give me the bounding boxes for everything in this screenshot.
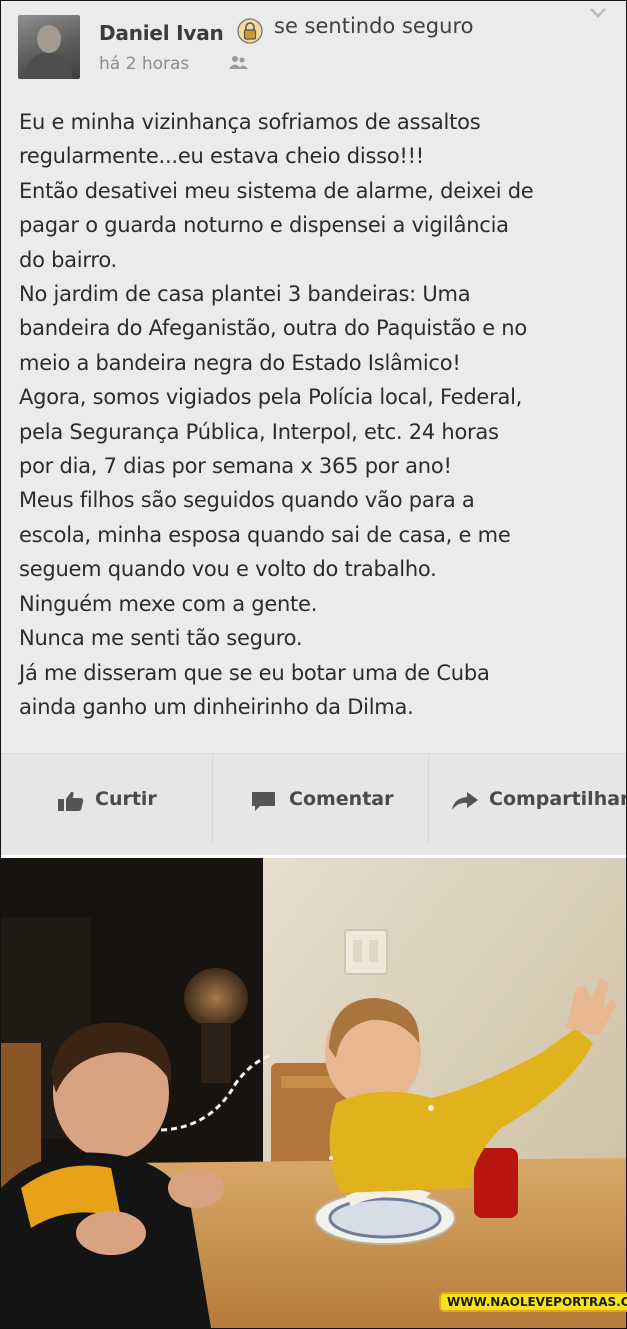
friends-icon — [229, 56, 248, 69]
watermark-logo: WWW.NAOLEVEPORTRAS.COM — [441, 1294, 627, 1310]
post-line: Nunca me senti tão seguro. — [19, 626, 303, 651]
share-label: Compartilhar — [489, 788, 626, 810]
share-icon — [452, 792, 478, 810]
post-line: ainda ganho um dinheirinho da Dilma. — [19, 694, 414, 719]
post-line: meio a bandeira negra do Estado Islâmico… — [19, 350, 461, 375]
post-line: pagar o guarda noturno e dispensei a vig… — [19, 213, 509, 238]
photo-kids-laughing — [1, 858, 626, 1328]
post-line: Eu e minha vizinhança sofriamos de assal… — [19, 110, 481, 134]
feeling-text: se sentindo seguro — [274, 14, 474, 38]
divider — [212, 754, 213, 844]
post-line: por dia, 7 dias por semana x 365 por ano… — [19, 454, 452, 479]
post-line: Ninguém mexe com a gente. — [19, 591, 318, 616]
post-line: Já me disseram que se eu botar uma de Cu… — [19, 660, 490, 685]
chevron-down-icon[interactable] — [589, 7, 607, 19]
post-line: Então desativei meu sistema de alarme, d… — [19, 178, 534, 203]
post-body: Eu e minha vizinhança sofriamos de assal… — [19, 105, 619, 724]
photo-illustration — [1, 858, 626, 1328]
post-line: Meus filhos são seguidos quando vão para… — [19, 488, 475, 513]
post-line: do bairro. — [19, 247, 117, 272]
comment-icon — [252, 792, 275, 811]
author-name[interactable]: Daniel Ivan — [99, 21, 224, 45]
post-line: No jardim de casa plantei 3 bandeiras: U… — [19, 282, 471, 307]
post-line: regularmente...eu estava cheio disso!!! — [19, 144, 424, 169]
avatar[interactable] — [18, 15, 80, 79]
like-label: Curtir — [95, 788, 157, 810]
post-timestamp[interactable]: há 2 horas — [99, 54, 189, 74]
post-line: seguem quando vou e volto do trabalho. — [19, 557, 437, 582]
facebook-post: Daniel Ivan se sentindo seguro há 2 hora… — [1, 1, 626, 855]
post-line: bandeira do Afeganistão, outra do Paquis… — [19, 316, 527, 341]
post-actions-bar: Curtir Comentar Compartilhar — [1, 753, 626, 855]
comment-label: Comentar — [289, 788, 394, 810]
lock-icon — [237, 18, 263, 44]
post-line: pela Segurança Pública, Interpol, etc. 2… — [19, 419, 499, 444]
post-line: escola, minha esposa quando sai de casa,… — [19, 522, 511, 547]
divider — [428, 754, 429, 844]
thumbs-up-icon — [58, 791, 84, 811]
post-line: Agora, somos vigiados pela Polícia local… — [19, 385, 523, 410]
